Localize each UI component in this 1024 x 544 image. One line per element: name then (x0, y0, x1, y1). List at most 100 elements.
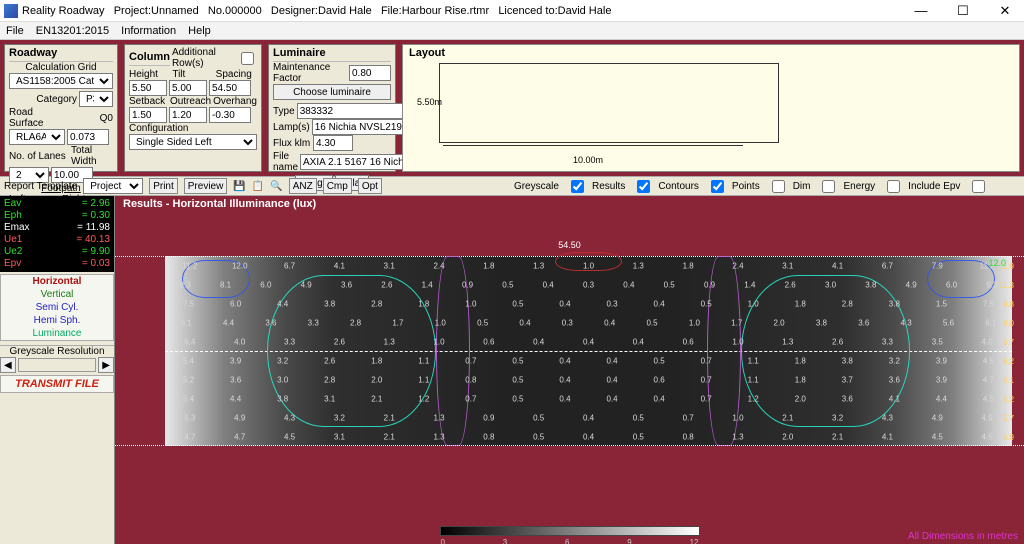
data-label: 0.5 (533, 413, 544, 422)
data-label: 1.0 (732, 337, 743, 346)
data-label: 1.0 (583, 261, 594, 270)
data-label: 1.1 (748, 375, 759, 384)
opt-button[interactable]: Opt (358, 178, 382, 194)
data-label: 3.2 (832, 413, 843, 422)
data-label: 1.0 (732, 413, 743, 422)
transmit-file-button[interactable]: TRANSMIT FILE (0, 375, 114, 393)
menu-information[interactable]: Information (121, 25, 176, 37)
menu-en13201[interactable]: EN13201:2015 (36, 25, 109, 37)
scale-tick: 0 (441, 538, 445, 544)
overhang-input[interactable] (209, 107, 251, 123)
points-check[interactable] (772, 180, 785, 193)
data-label: 7.5 (983, 299, 994, 308)
category-select[interactable]: P3 (79, 91, 113, 107)
data-label: 2.4 (433, 261, 444, 270)
add-rows-check[interactable] (241, 52, 254, 65)
mode-horizontal[interactable]: Horizontal (1, 275, 113, 288)
flux-input[interactable] (313, 135, 353, 151)
data-label: 0.7 (465, 394, 476, 403)
mode-hemi-sph[interactable]: Hemi Sph. (1, 314, 113, 327)
data-label: 0.4 (654, 299, 665, 308)
config-select[interactable]: Single Sided Left (129, 134, 257, 150)
data-label: 3.0 (277, 375, 288, 384)
tilt-input[interactable] (169, 80, 207, 96)
data-label: 1.1 (748, 356, 759, 365)
maximize-button[interactable]: ☐ (948, 3, 978, 19)
anz-button[interactable]: ANZ (289, 178, 317, 194)
data-label: 3.9 (936, 356, 947, 365)
menu-help[interactable]: Help (188, 25, 211, 37)
q0-input[interactable] (67, 129, 109, 145)
data-label: 4.5 (983, 394, 994, 403)
data-label: 2.1 (371, 394, 382, 403)
right-tick: 9.8 (1003, 300, 1014, 309)
data-label: 0.4 (606, 356, 617, 365)
dim-check[interactable] (822, 180, 835, 193)
data-label: 0.6 (683, 337, 694, 346)
calc-grid-select[interactable]: AS1158:2005 Cat P (9, 73, 113, 89)
preview-button[interactable]: Preview (184, 178, 228, 194)
data-label: 4.3 (901, 318, 912, 327)
maint-input[interactable] (349, 65, 391, 81)
data-label: 3.6 (341, 280, 352, 289)
save-icon[interactable]: 💾 (233, 181, 245, 192)
include-epv-check[interactable] (972, 180, 985, 193)
chart-area[interactable]: Results - Horizontal Illuminance (lux) 5… (115, 196, 1024, 544)
contours-check[interactable] (711, 180, 724, 193)
print-button[interactable]: Print (149, 178, 178, 194)
lamps-label: Lamp(s) (273, 122, 310, 133)
height-input[interactable] (129, 80, 167, 96)
data-label: 3.3 (284, 337, 295, 346)
axis-top-right: 12.0 (988, 258, 1006, 268)
data-label: 4.3 (284, 413, 295, 422)
energy-check[interactable] (887, 180, 900, 193)
data-label: 1.4 (744, 280, 755, 289)
cmp-button[interactable]: Cmp (323, 178, 352, 194)
report-template-select[interactable]: Project (83, 178, 143, 194)
title-no: No.000000 (208, 5, 262, 17)
results-check[interactable] (637, 180, 650, 193)
road-surface-select[interactable]: RLA6A (9, 129, 65, 145)
data-label: 3.5 (932, 337, 943, 346)
mode-vertical[interactable]: Vertical (1, 288, 113, 301)
mode-semi-cyl[interactable]: Semi Cyl. (1, 301, 113, 314)
contours-label: Contours (658, 181, 699, 192)
data-label: 0.5 (654, 356, 665, 365)
data-label: 1.7 (392, 318, 403, 327)
setback-input[interactable] (129, 107, 167, 123)
app-icon (4, 4, 18, 18)
data-label: 7.5 (183, 299, 194, 308)
scale-tick: 3 (503, 538, 507, 544)
data-label: 4.1 (832, 261, 843, 270)
data-label: 6.0 (946, 280, 957, 289)
data-label: 3.2 (334, 413, 345, 422)
greyscale-check[interactable] (571, 180, 584, 193)
close-button[interactable]: ✕ (990, 3, 1020, 19)
zoom-icon[interactable]: 🔍 (270, 181, 282, 192)
gs-right-button[interactable]: ▶ (98, 357, 114, 373)
x-top-center: 54.50 (558, 240, 581, 250)
gs-left-button[interactable]: ◀ (0, 357, 16, 373)
data-label: 6.7 (882, 261, 893, 270)
data-label: 2.0 (371, 375, 382, 384)
data-label: 0.5 (533, 432, 544, 441)
data-label: 4.4 (230, 394, 241, 403)
outreach-input[interactable] (169, 107, 207, 123)
data-label: 1.0 (433, 337, 444, 346)
data-label: 0.4 (559, 299, 570, 308)
data-label: 3.9 (936, 375, 947, 384)
data-label: 4.9 (906, 280, 917, 289)
tilt-label: Tilt (172, 69, 213, 80)
data-label: 0.4 (606, 375, 617, 384)
mode-luminance[interactable]: Luminance (1, 327, 113, 340)
data-label: 2.6 (381, 280, 392, 289)
data-label: 1.8 (418, 299, 429, 308)
copy-icon[interactable]: 📋 (252, 181, 264, 192)
minimize-button[interactable]: — (906, 3, 936, 19)
data-label: 3.3 (308, 318, 319, 327)
data-label: 1.7 (731, 318, 742, 327)
spacing-input[interactable] (209, 80, 251, 96)
data-label: 3.1 (782, 261, 793, 270)
choose-luminaire-button[interactable]: Choose luminaire (273, 84, 391, 100)
menu-file[interactable]: File (6, 25, 24, 37)
